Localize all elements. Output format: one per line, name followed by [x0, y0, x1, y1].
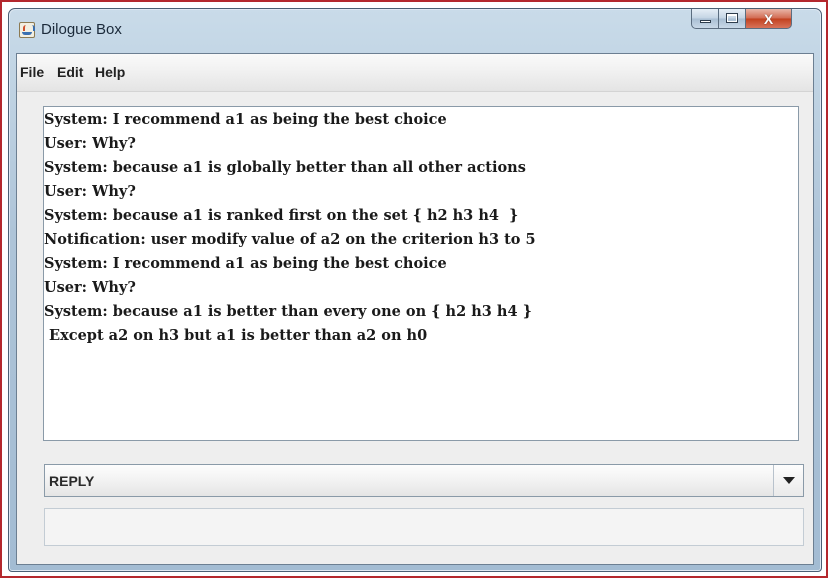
- chevron-down-icon: [783, 477, 795, 484]
- dialogue-line: User: Why?: [44, 183, 136, 200]
- menu-edit[interactable]: Edit: [57, 64, 83, 80]
- reply-type-selected: REPLY: [49, 473, 95, 489]
- title-bar[interactable]: Dilogue Box X: [9, 9, 821, 53]
- dialogue-line: User: Why?: [44, 279, 136, 296]
- dialogue-line: System: because a1 is ranked first on th…: [44, 207, 519, 224]
- reply-type-dropdown-button[interactable]: [773, 465, 803, 496]
- close-button[interactable]: X: [746, 9, 792, 29]
- minimize-icon: [700, 20, 711, 23]
- maximize-button[interactable]: [719, 9, 746, 29]
- dialogue-window: Dilogue Box X File Edit Help System: I r…: [8, 8, 822, 572]
- dialogue-line: Notification: user modify value of a2 on…: [44, 231, 536, 248]
- reply-input[interactable]: [44, 508, 804, 546]
- menu-file[interactable]: File: [20, 64, 44, 80]
- dialogue-line: System: I recommend a1 as being the best…: [44, 255, 447, 272]
- close-icon: X: [763, 11, 774, 27]
- window-title: Dilogue Box: [41, 21, 122, 38]
- dialogue-line: User: Why?: [44, 135, 136, 152]
- menu-bar: File Edit Help: [17, 54, 813, 92]
- dialogue-line: System: I recommend a1 as being the best…: [44, 111, 447, 128]
- maximize-icon: [726, 13, 738, 23]
- java-app-icon[interactable]: [19, 22, 35, 38]
- menu-help[interactable]: Help: [95, 64, 125, 80]
- window-client-area: File Edit Help System: I recommend a1 as…: [16, 53, 814, 565]
- dialogue-line: System: because a1 is better than every …: [44, 303, 532, 320]
- minimize-button[interactable]: [691, 9, 719, 29]
- dialogue-line: Except a2 on h3 but a1 is better than a2…: [44, 327, 428, 344]
- screenshot-frame: Dilogue Box X File Edit Help System: I r…: [0, 0, 828, 578]
- dialogue-text-area[interactable]: System: I recommend a1 as being the best…: [43, 106, 799, 441]
- reply-type-combobox[interactable]: REPLY: [44, 464, 804, 497]
- dialogue-line: System: because a1 is globally better th…: [44, 159, 526, 176]
